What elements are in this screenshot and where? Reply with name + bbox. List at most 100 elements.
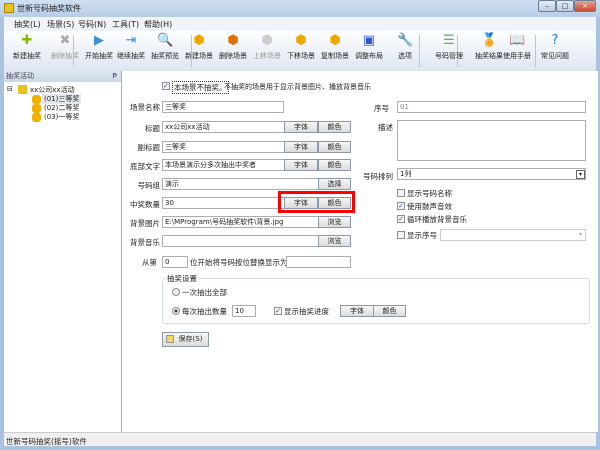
arrange-select[interactable]: 1列 — [397, 168, 586, 180]
toolbar-button-13[interactable]: ☰ 号码管理 — [430, 33, 468, 61]
chevron-down-icon[interactable]: ▾ — [576, 231, 585, 240]
layout-icon: ▣ — [362, 33, 376, 48]
toolbar-button-15[interactable]: 📖 使用手册 — [498, 33, 536, 61]
from-spinner[interactable]: 0 — [162, 256, 188, 268]
toolbar-label: 调整布局 — [355, 52, 383, 60]
seq-label: 序号 — [374, 104, 389, 113]
pin-icon[interactable]: ᵽ — [112, 71, 117, 79]
minimize-button[interactable]: – — [538, 0, 556, 12]
book-icon: 📖 — [509, 33, 526, 48]
scene-icon — [32, 104, 41, 113]
panel-header: 抽奖活动 ᵽ — [4, 71, 121, 82]
group-label: 号码组 — [137, 181, 161, 190]
status-text: 世新号码抽奖(摇号)软件 — [6, 437, 87, 446]
toolbar-button-11[interactable]: ▣ 调整布局 — [350, 33, 388, 61]
show-seq-label: 显示序号 — [407, 231, 437, 240]
footer-font-button[interactable]: 字体 — [284, 159, 318, 171]
group-input[interactable]: 演示 — [162, 178, 319, 190]
show-name-label: 显示号码名称 — [407, 189, 452, 198]
close-button[interactable]: × — [574, 0, 596, 12]
browse-music-button[interactable]: 浏览 — [318, 235, 351, 247]
copy-scene-icon: ⬢ — [329, 33, 341, 48]
subtitle-label: 副标题 — [137, 143, 161, 152]
no-draw-checkbox[interactable]: ✓ — [162, 82, 170, 90]
menu-lottery[interactable]: 抽奖(L) — [14, 19, 41, 30]
replace-input[interactable] — [286, 256, 351, 268]
subtitle-color-button[interactable]: 颜色 — [318, 141, 351, 153]
scene-name-input[interactable]: 三等奖 — [162, 101, 284, 113]
toolbar-label: 继续抽奖 — [117, 52, 145, 60]
toolbar-button-9[interactable]: ⬢ 下移场景 — [282, 33, 320, 61]
select-group-button[interactable]: 选择 — [318, 178, 351, 190]
menu-scene[interactable]: 场景(S) — [47, 19, 74, 30]
save-icon — [166, 335, 174, 343]
maximize-button[interactable]: □ — [556, 0, 574, 12]
drum-checkbox[interactable]: ✓ — [397, 202, 405, 210]
title-color-button[interactable]: 颜色 — [318, 121, 351, 133]
toolbar-button-4[interactable]: ⇥ 继续抽奖 — [112, 33, 150, 61]
wrench-icon: 🔧 — [397, 33, 414, 48]
toolbar-button-6[interactable]: ⬢ 新建场景 — [180, 33, 218, 61]
menu-tools[interactable]: 工具(T) — [112, 19, 139, 30]
toolbar-label: 号码管理 — [435, 52, 463, 60]
title-input[interactable]: xx公司xx活动 — [162, 121, 285, 133]
toolbar-button-1[interactable]: ✚ 新建抽奖 — [8, 33, 46, 61]
new-lottery-icon: ✚ — [21, 33, 33, 48]
subtitle-input[interactable]: 三等奖 — [162, 141, 285, 153]
window-title: 世新号码抽奖软件 — [17, 4, 81, 13]
progress-font-button[interactable]: 字体 — [340, 305, 374, 317]
tree-item[interactable]: (03)一等奖 — [44, 112, 79, 122]
toolbar-button-10[interactable]: ⬢ 复制场景 — [316, 33, 354, 61]
chevron-down-icon[interactable]: ▾ — [576, 170, 585, 179]
seq-input[interactable]: 01 — [397, 101, 586, 113]
each-spinner[interactable]: 10 — [232, 305, 256, 317]
footer-color-button[interactable]: 颜色 — [318, 159, 351, 171]
toolbar-separator — [73, 35, 74, 67]
toolbar-button-8[interactable]: ⬢ 上移场景 — [248, 33, 286, 61]
scene-name-label: 场景名称 — [130, 103, 160, 112]
panel-title: 抽奖活动 — [6, 72, 34, 80]
menu-help[interactable]: 帮助(H) — [144, 19, 172, 30]
show-name-checkbox[interactable] — [397, 189, 405, 197]
add-scene-icon: ⬢ — [193, 33, 205, 48]
no-draw-hint: 不抽奖的场景用于显示背景图片、播放背景音乐 — [224, 83, 371, 91]
highlight-box — [278, 191, 355, 213]
arrange-label: 号码排列 — [363, 172, 393, 181]
toolbar-label: 复制场景 — [321, 52, 349, 60]
toolbar-button-2[interactable]: ✖ 删除抽奖 — [46, 33, 84, 61]
toolbar-button-5[interactable]: 🔍 抽奖预览 — [146, 33, 184, 61]
subtitle-font-button[interactable]: 字体 — [284, 141, 318, 153]
count-input[interactable]: 30 — [162, 197, 285, 209]
drum-label: 使用鼓声音效 — [407, 202, 452, 211]
delete-scene-icon: ⬢ — [227, 33, 239, 48]
menu-number[interactable]: 号码(N) — [78, 19, 106, 30]
progress-color-button[interactable]: 颜色 — [373, 305, 406, 317]
toolbar-label: 上移场景 — [253, 52, 281, 60]
seq-combo[interactable] — [440, 229, 586, 241]
bg-image-label: 背景图片 — [130, 219, 160, 228]
footer-input[interactable]: 本场景演示分多次抽出中奖者 — [162, 159, 285, 171]
bg-music-input[interactable] — [162, 235, 319, 247]
play-icon: ▶ — [94, 33, 104, 48]
show-seq-checkbox[interactable] — [397, 231, 405, 239]
group-title: 抽奖设置 — [166, 273, 198, 284]
browse-image-button[interactable]: 浏览 — [318, 216, 351, 228]
lottery-settings-group — [162, 278, 590, 324]
toolbar-label: 新建抽奖 — [13, 52, 41, 60]
progress-checkbox[interactable]: ✓ — [274, 307, 282, 315]
app-icon — [4, 3, 14, 13]
delete-icon: ✖ — [59, 33, 71, 48]
toolbar-button-12[interactable]: 🔧 选项 — [386, 33, 424, 61]
radio-all[interactable] — [172, 288, 180, 296]
radio-each[interactable] — [172, 307, 180, 315]
bg-image-input[interactable]: E:\MProgram\号码抽奖软件\背景.jpg — [162, 216, 319, 228]
desc-textarea[interactable] — [397, 120, 586, 161]
toolbar-label: 删除抽奖 — [51, 52, 79, 60]
expand-icon[interactable]: ⊟ — [7, 85, 13, 93]
toolbar-button-16[interactable]: ? 常见问题 — [536, 33, 574, 61]
toolbar-button-7[interactable]: ⬢ 删除场景 — [214, 33, 252, 61]
loop-music-label: 循环播放背景音乐 — [407, 215, 467, 224]
title-font-button[interactable]: 字体 — [284, 121, 318, 133]
loop-music-checkbox[interactable]: ✓ — [397, 215, 405, 223]
from-hint: 位开始将号码按位替换显示为 — [190, 258, 288, 267]
